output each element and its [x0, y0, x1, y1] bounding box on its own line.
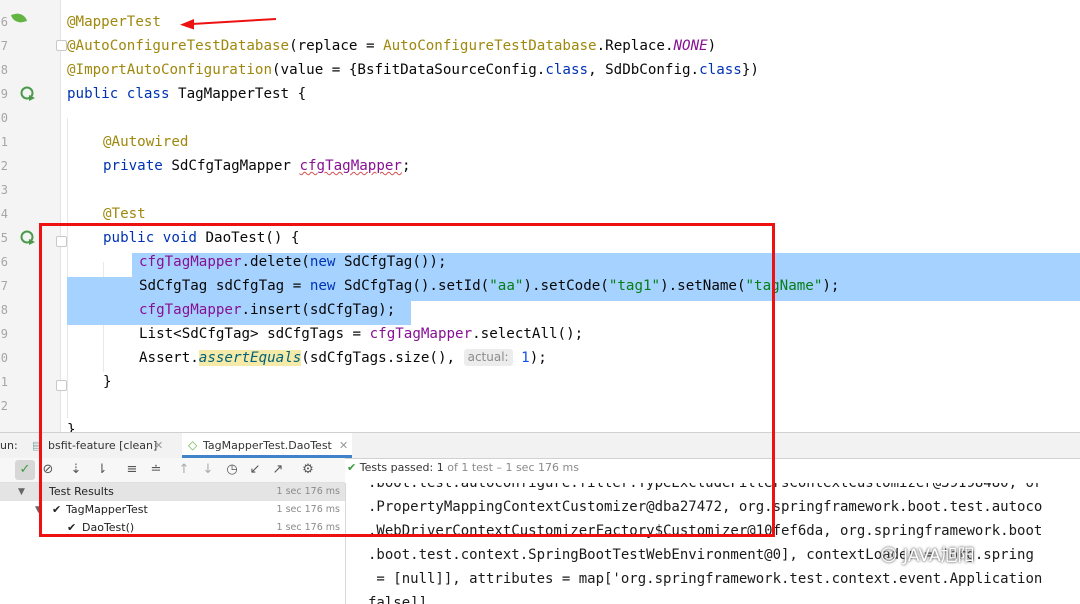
code-text: }) — [741, 62, 759, 78]
code-text: (replace = — [289, 38, 384, 54]
keyword: public class — [67, 86, 179, 102]
line-number: 8 — [0, 303, 8, 317]
enum-constant: NONE — [673, 38, 708, 54]
console-line: false]] — [368, 595, 428, 604]
code-text: (value = {BsfitDataSourceConfig. — [272, 62, 546, 78]
line-number: 3 — [0, 183, 8, 197]
line-number: 6 — [0, 15, 8, 29]
run-label: un: — [0, 439, 18, 452]
annotation: @AutoConfigureTestDatabase — [67, 38, 290, 54]
code-text: ); — [822, 278, 840, 294]
fold-icon[interactable] — [56, 40, 67, 51]
code-line[interactable]: public class TagMapperTest { — [67, 82, 306, 106]
field-name: cfgTagMapper — [299, 158, 402, 174]
chevron-down-icon[interactable]: ▼ — [18, 483, 25, 501]
code-text: SdCfgTagMapper — [171, 158, 300, 174]
red-highlight-box — [39, 223, 775, 537]
line-number: 5 — [0, 231, 8, 245]
code-text: AutoConfigureTestDatabase — [383, 38, 597, 54]
code-line[interactable]: @MapperTest — [67, 10, 161, 34]
annotation: @MapperTest — [67, 14, 161, 30]
watermark-text: JAVA旭阳 — [903, 546, 975, 566]
line-number: 0 — [0, 351, 8, 365]
show-passed-icon[interactable]: ✓ — [15, 460, 35, 480]
watermark: ☺ JAVA旭阳 — [880, 546, 975, 566]
code-text: TagMapperTest { — [178, 86, 307, 102]
annotation: @Autowired — [103, 134, 189, 150]
line-number: 1 — [0, 135, 8, 149]
run-test-icon[interactable] — [20, 230, 36, 246]
keyword: class — [545, 62, 589, 78]
line-number: 2 — [0, 399, 8, 413]
code-text: ; — [401, 158, 411, 174]
line-number: 6 — [0, 255, 8, 269]
line-number: 1 — [0, 375, 8, 389]
annotation: @ImportAutoConfiguration — [67, 62, 272, 78]
code-line[interactable]: private SdCfgTagMapper cfgTagMapper; — [103, 154, 411, 178]
code-text: ) — [707, 38, 717, 54]
line-number: 2 — [0, 159, 8, 173]
line-number: 0 — [0, 111, 8, 125]
annotation: @Test — [103, 206, 146, 222]
console-line: = [null]], attributes = map['org.springf… — [368, 571, 1043, 587]
run-test-icon[interactable] — [20, 86, 36, 102]
line-number: 9 — [0, 327, 8, 341]
code-line[interactable]: @ImportAutoConfiguration(value = {BsfitD… — [67, 58, 759, 82]
line-number: 7 — [0, 39, 8, 53]
code-text: .Replace. — [596, 38, 674, 54]
line-number: 9 — [0, 87, 8, 101]
line-number: 8 — [0, 63, 8, 77]
code-text: , SdDbConfig. — [588, 62, 700, 78]
keyword: private — [103, 158, 172, 174]
red-arrow-icon — [180, 18, 277, 30]
line-number: 7 — [0, 279, 8, 293]
line-number: 4 — [0, 207, 8, 221]
keyword: class — [699, 62, 742, 78]
code-line[interactable]: @Autowired — [103, 130, 188, 154]
code-line[interactable]: @AutoConfigureTestDatabase(replace = Aut… — [67, 34, 716, 58]
